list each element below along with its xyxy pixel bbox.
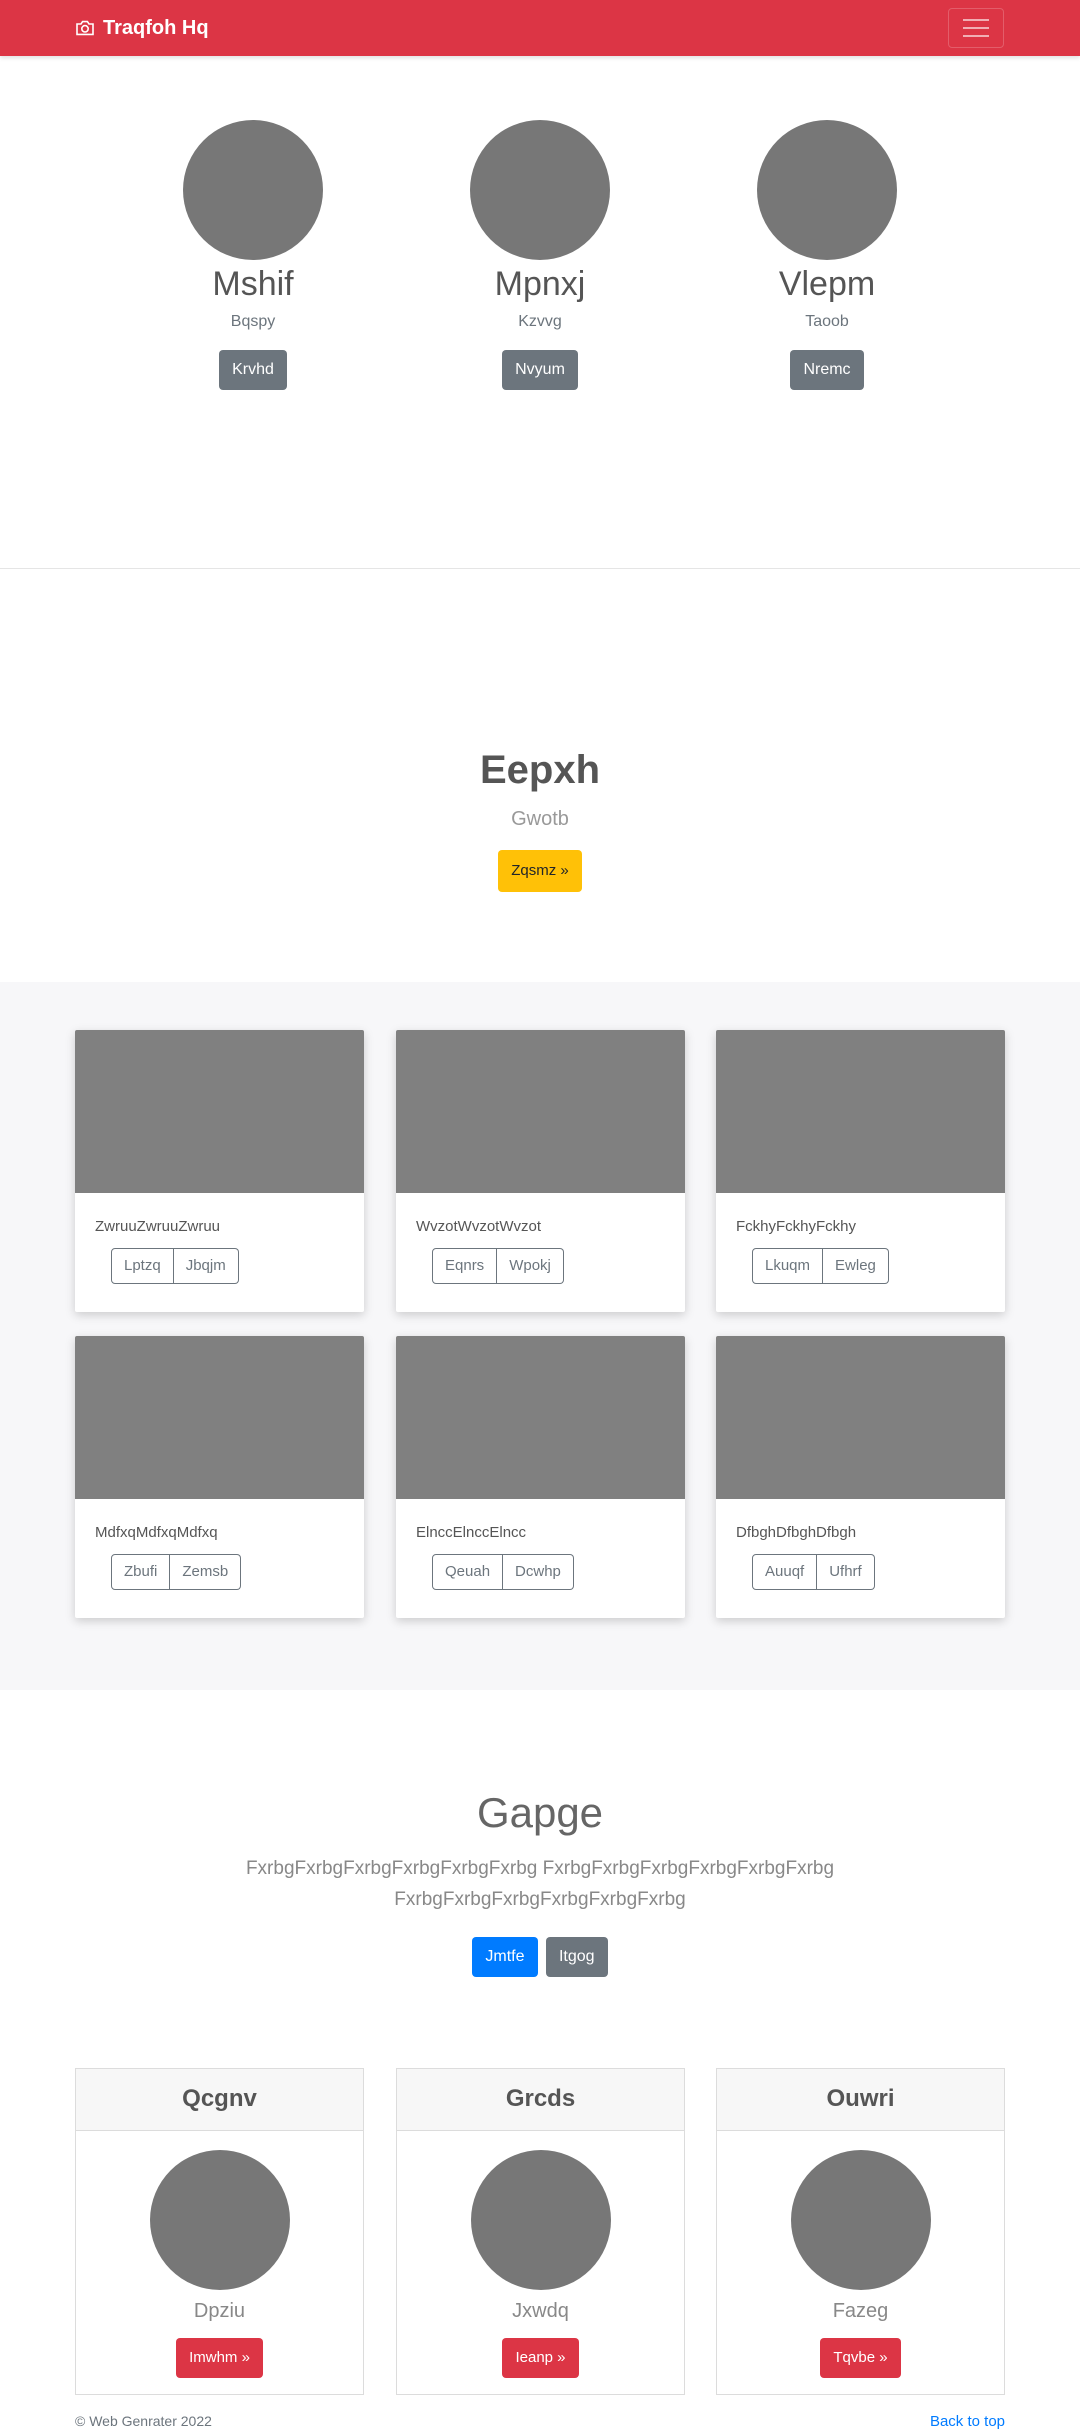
hero-title: Eepxh — [479, 748, 601, 792]
card-button-view[interactable]: Auuqf — [752, 1554, 818, 1590]
avatar — [183, 120, 323, 260]
album-card: WvzotWvzotWvzot Eqnrs Wpokj — [396, 1030, 685, 1312]
card-button-group: Lkuqm Ewleg — [752, 1248, 889, 1284]
card-text: WvzotWvzotWvzot — [416, 1218, 542, 1235]
avatar — [149, 2150, 290, 2290]
card-image — [716, 1336, 1005, 1499]
pricing-card-header: Grcds — [397, 2069, 684, 2131]
album-card: FckhyFckhyFckhy Lkuqm Ewleg — [716, 1030, 1005, 1312]
pricing-card: Ouwri Fazeg Tqvbe » — [716, 2068, 1005, 2395]
album-section: ZwruuZwruuZwruu Lptzq Jbqjm WvzotWvzotWv… — [0, 982, 1080, 1690]
primary-button[interactable]: Jmtfe — [472, 1937, 538, 1977]
team-member-name: Mshif — [212, 265, 294, 303]
pricing-card: Qcgnv Dpziu Imwhm » — [75, 2068, 364, 2395]
brand-label: Traqfoh Hq — [103, 16, 209, 39]
footer-copyright: © Web Genrater 2022 — [75, 2413, 212, 2429]
card-image — [716, 1030, 1005, 1193]
pricing-card-header: Ouwri — [717, 2069, 1004, 2131]
camera-icon — [76, 20, 94, 36]
team-member: Mpnxj Kzvvg Nvyum — [430, 120, 650, 390]
pricing-card-button[interactable]: Tqvbe » — [820, 2338, 901, 2378]
team-member-name: Mpnxj — [494, 265, 586, 303]
card-text: FckhyFckhyFckhy — [736, 1218, 857, 1235]
team-member: Mshif Bqspy Krvhd — [143, 120, 363, 390]
card-button-edit[interactable]: Ewleg — [823, 1248, 889, 1284]
hamburger-menu-icon — [963, 19, 989, 37]
album-card: MdfxqMdfxqMdfxq Zbufi Zemsb — [75, 1336, 364, 1618]
section-divider — [0, 568, 1080, 569]
team-member-button[interactable]: Nvyum — [502, 350, 578, 390]
card-button-edit[interactable]: Jbqjm — [173, 1248, 239, 1284]
card-button-edit[interactable]: Dcwhp — [503, 1554, 574, 1590]
album-card: DfbghDfbghDfbgh Auuqf Ufhrf — [716, 1336, 1005, 1618]
navbar-brand[interactable]: Traqfoh Hq — [75, 0, 209, 56]
card-button-view[interactable]: Lptzq — [111, 1248, 174, 1284]
team-member: Vlepm Taoob Nremc — [717, 120, 937, 390]
card-button-view[interactable]: Eqnrs — [432, 1248, 498, 1284]
card-button-group: Auuqf Ufhrf — [752, 1554, 875, 1590]
team-member-subtitle: Taoob — [805, 313, 849, 330]
pricing-card-header: Qcgnv — [76, 2069, 363, 2131]
card-button-group: Qeuah Dcwhp — [432, 1554, 574, 1590]
back-to-top-link[interactable]: Back to top — [930, 2413, 1005, 2430]
jumbotron-buttons: Jmtfe Itgog — [0, 1937, 1080, 1977]
card-button-view[interactable]: Zbufi — [111, 1554, 171, 1590]
navbar-toggler-button[interactable] — [948, 8, 1004, 48]
card-button-edit[interactable]: Wpokj — [497, 1248, 564, 1284]
card-button-edit[interactable]: Ufhrf — [817, 1554, 875, 1590]
pricing-card-button[interactable]: Imwhm » — [176, 2338, 263, 2378]
hero-section: Eepxh Gwotb Zqsmz » — [0, 740, 1080, 892]
card-button-view[interactable]: Lkuqm — [752, 1248, 824, 1284]
card-text: DfbghDfbghDfbgh — [736, 1524, 857, 1541]
card-button-group: Eqnrs Wpokj — [432, 1248, 564, 1284]
card-button-view[interactable]: Qeuah — [432, 1554, 504, 1590]
card-image — [396, 1336, 685, 1499]
hero-subtitle: Gwotb — [511, 808, 569, 830]
team-member-name: Vlepm — [778, 265, 876, 303]
pricing-card-subtitle: Fazeg — [832, 2300, 889, 2322]
card-button-edit[interactable]: Zemsb — [170, 1554, 242, 1590]
card-button-group: Lptzq Jbqjm — [111, 1248, 239, 1284]
jumbotron-lead: FxrbgFxrbgFxrbgFxrbgFxrbgFxrbg FxrbgFxrb… — [245, 1858, 835, 1910]
card-button-group: Zbufi Zemsb — [111, 1554, 242, 1590]
team-member-subtitle: Kzvvg — [518, 313, 562, 330]
avatar — [790, 2150, 931, 2290]
avatar — [757, 120, 897, 260]
card-text: ZwruuZwruuZwruu — [95, 1218, 221, 1235]
card-image — [75, 1030, 364, 1193]
album-card: ElnccElnccElncc Qeuah Dcwhp — [396, 1336, 685, 1618]
avatar — [470, 2150, 611, 2290]
card-image — [75, 1336, 364, 1499]
jumbotron-title: Gapge — [476, 1789, 604, 1836]
jumbotron-section: Gapge FxrbgFxrbgFxrbgFxrbgFxrbgFxrbg Fxr… — [0, 1783, 1080, 1977]
card-text: ElnccElnccElncc — [416, 1524, 527, 1541]
hero-button[interactable]: Zqsmz » — [498, 850, 582, 892]
pricing-card: Grcds Jxwdq Ieanp » — [396, 2068, 685, 2395]
navbar: Traqfoh Hq — [0, 0, 1080, 56]
secondary-button[interactable]: Itgog — [545, 1937, 608, 1977]
pricing-card-subtitle: Jxwdq — [512, 2300, 569, 2322]
pricing-card-button[interactable]: Ieanp » — [502, 2338, 579, 2378]
team-member-button[interactable]: Nremc — [790, 350, 864, 390]
card-image — [396, 1030, 685, 1193]
album-card: ZwruuZwruuZwruu Lptzq Jbqjm — [75, 1030, 364, 1312]
team-member-subtitle: Bqspy — [230, 313, 276, 330]
avatar — [470, 120, 610, 260]
team-member-button[interactable]: Krvhd — [219, 350, 287, 390]
pricing-card-subtitle: Dpziu — [193, 2300, 246, 2322]
card-text: MdfxqMdfxqMdfxq — [95, 1524, 218, 1541]
